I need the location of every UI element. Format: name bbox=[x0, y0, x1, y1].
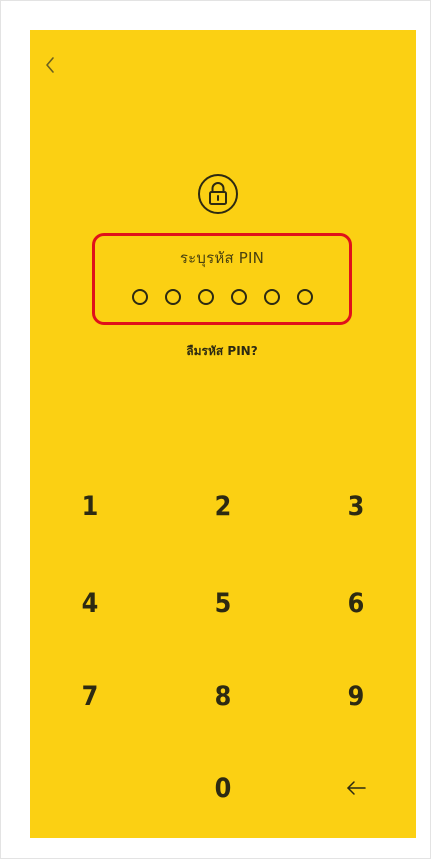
numeric-keypad: 1 2 3 4 5 6 7 8 9 0 bbox=[30, 30, 416, 838]
key-8[interactable]: 8 bbox=[183, 662, 263, 729]
key-4[interactable]: 4 bbox=[50, 569, 130, 636]
key-1[interactable]: 1 bbox=[50, 472, 130, 539]
pin-screen: ระบุรหัส PIN ลืมรหัส PIN? 1 2 3 4 5 6 7 … bbox=[30, 30, 416, 838]
key-3[interactable]: 3 bbox=[316, 472, 396, 539]
key-9[interactable]: 9 bbox=[316, 662, 396, 729]
backspace-button[interactable] bbox=[316, 758, 396, 818]
device-frame: ระบุรหัส PIN ลืมรหัส PIN? 1 2 3 4 5 6 7 … bbox=[0, 0, 431, 859]
key-2[interactable]: 2 bbox=[183, 472, 263, 539]
key-6[interactable]: 6 bbox=[316, 569, 396, 636]
arrow-left-icon bbox=[347, 781, 366, 795]
key-0[interactable]: 0 bbox=[183, 754, 263, 821]
key-7[interactable]: 7 bbox=[50, 662, 130, 729]
key-5[interactable]: 5 bbox=[183, 569, 263, 636]
